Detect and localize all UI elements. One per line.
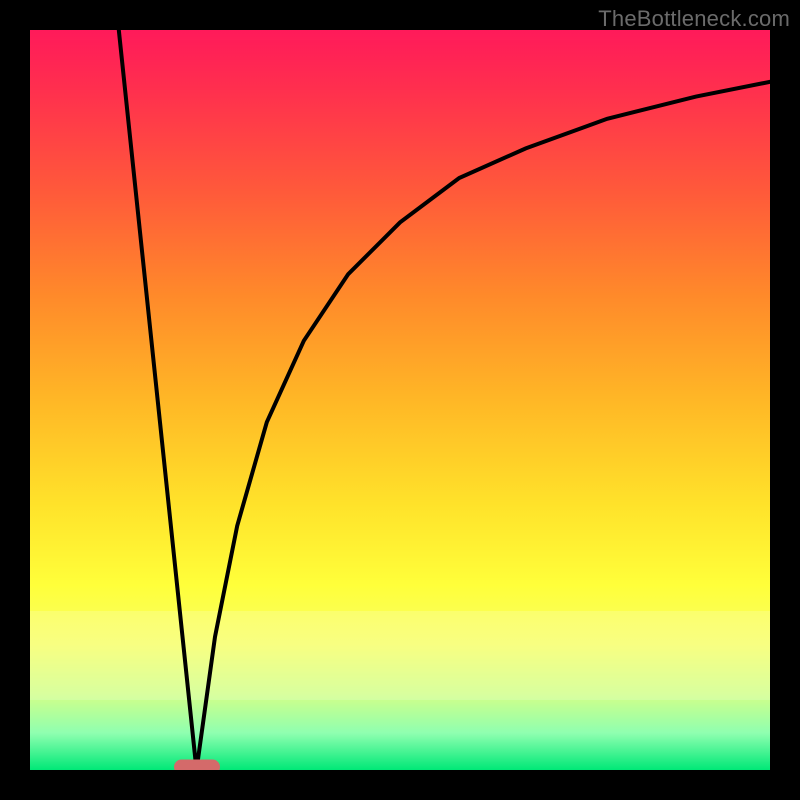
- bottleneck-marker: [174, 760, 220, 771]
- curve-path: [119, 30, 770, 770]
- curve-layer: [30, 30, 770, 770]
- chart-frame: TheBottleneck.com: [0, 0, 800, 800]
- watermark-text: TheBottleneck.com: [598, 6, 790, 32]
- plot-area: [30, 30, 770, 770]
